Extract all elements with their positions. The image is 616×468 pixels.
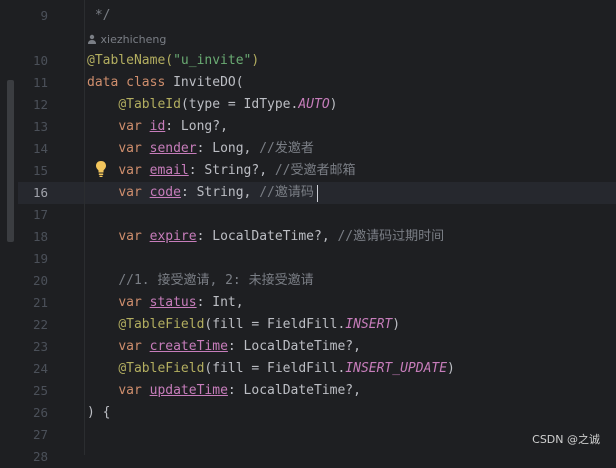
annotation: @TableField — [118, 317, 205, 332]
line-number: 15 — [32, 163, 48, 178]
code-line-15: var email: String?, //受邀者邮箱 — [87, 160, 356, 182]
line-number: 20 — [32, 273, 48, 288]
line-number: 11 — [32, 75, 48, 90]
property-name: code — [149, 185, 181, 200]
code-text: ) — [392, 317, 401, 332]
property-name: status — [149, 295, 197, 310]
line-number: 13 — [32, 119, 48, 134]
line-number: 28 — [32, 449, 48, 464]
code-text: : Long, — [196, 141, 260, 156]
comment: //1. 接受邀请, 2: 未接受邀请 — [118, 273, 314, 288]
line-number: 17 — [32, 207, 48, 222]
code-line-9: */ — [87, 8, 111, 23]
code-line-10: @TableName("u_invite") — [87, 50, 259, 72]
enum-constant: INSERT — [345, 317, 393, 332]
author-name: xiezhicheng — [100, 33, 167, 46]
code-text: ) — [329, 97, 338, 112]
class-declaration: InviteDO( — [165, 75, 244, 90]
string-literal: "u_invite" — [173, 53, 252, 68]
property-name: email — [149, 163, 189, 178]
keyword: var — [118, 295, 142, 310]
code-line-22: @TableField(fill = FieldFill.INSERT) — [87, 314, 400, 336]
property-name: expire — [149, 229, 197, 244]
annotation: @TableId — [118, 97, 181, 112]
keyword: var — [118, 339, 142, 354]
comment: //受邀者邮箱 — [274, 163, 356, 178]
code-line-18: var expire: LocalDateTime?, //邀请码过期时间 — [87, 226, 444, 248]
watermark: CSDN @之诚 — [532, 433, 600, 446]
line-number: 25 — [32, 383, 48, 398]
line-number: 19 — [32, 251, 48, 266]
line-number-active: 16 — [32, 185, 48, 200]
code-text: (type = IdType. — [180, 97, 299, 112]
keyword: var — [118, 383, 142, 398]
code-line-20: //1. 接受邀请, 2: 未接受邀请 — [87, 270, 314, 292]
line-number: 18 — [32, 229, 48, 244]
line-number: 24 — [32, 361, 48, 376]
line-number: 26 — [32, 405, 48, 420]
keyword: var — [118, 141, 142, 156]
comment: //邀请码过期时间 — [337, 229, 445, 244]
keyword: var — [118, 229, 142, 244]
keyword: var — [118, 185, 142, 200]
text-caret — [317, 185, 318, 202]
line-number: 27 — [32, 427, 48, 442]
comment: //邀请码 — [259, 185, 314, 200]
enum-constant: AUTO — [298, 97, 330, 112]
code-line-24: @TableField(fill = FieldFill.INSERT_UPDA… — [87, 358, 455, 380]
keyword: var — [118, 119, 142, 134]
keyword: data class — [87, 75, 166, 90]
line-number: 12 — [32, 97, 48, 112]
annotation: @TableField — [118, 361, 205, 376]
scrollbar-thumb[interactable] — [7, 80, 14, 242]
code-text: : Long?, — [165, 119, 228, 134]
fold-guide — [84, 0, 85, 455]
property-name: id — [149, 119, 166, 134]
code-line-16[interactable]: var code: String, //邀请码 — [87, 182, 314, 204]
code-text: ) — [447, 361, 455, 376]
line-number: 10 — [32, 53, 48, 68]
line-number: 22 — [32, 317, 48, 332]
code-line-23: var createTime: LocalDateTime?, — [87, 336, 361, 358]
code-text: : String, — [180, 185, 260, 200]
enum-constant: INSERT_UPDATE — [345, 361, 448, 376]
code-line-12: @TableId(type = IdType.AUTO) — [87, 94, 337, 116]
line-number: 21 — [32, 295, 48, 310]
code-text: : LocalDateTime?, — [227, 339, 361, 354]
code-text: : Int, — [196, 295, 244, 310]
line-number: 14 — [32, 141, 48, 156]
author-inlay-hint[interactable]: xiezhicheng — [87, 32, 166, 48]
code-line-11: data class InviteDO( — [87, 72, 244, 94]
property-name: createTime — [149, 339, 228, 354]
user-icon — [88, 34, 96, 44]
code-line-21: var status: Int, — [87, 292, 244, 314]
property-name: updateTime — [149, 383, 228, 398]
code-line-13: var id: Long?, — [87, 116, 228, 138]
line-number: 9 — [40, 8, 48, 23]
code-line-26: ) { — [87, 405, 111, 420]
annotation-close: ) — [251, 53, 260, 68]
line-number: 23 — [32, 339, 48, 354]
comment: //发邀者 — [259, 141, 314, 156]
property-name: sender — [149, 141, 197, 156]
code-text: (fill = FieldFill. — [204, 317, 346, 332]
code-line-14: var sender: Long, //发邀者 — [87, 138, 314, 160]
code-text: : LocalDateTime?, — [227, 383, 361, 398]
code-text: : String?, — [188, 163, 275, 178]
code-text: : LocalDateTime?, — [196, 229, 338, 244]
code-line-25: var updateTime: LocalDateTime?, — [87, 380, 361, 402]
annotation: @TableName( — [87, 53, 174, 68]
keyword: var — [118, 163, 142, 178]
code-text: (fill = FieldFill. — [204, 361, 346, 376]
